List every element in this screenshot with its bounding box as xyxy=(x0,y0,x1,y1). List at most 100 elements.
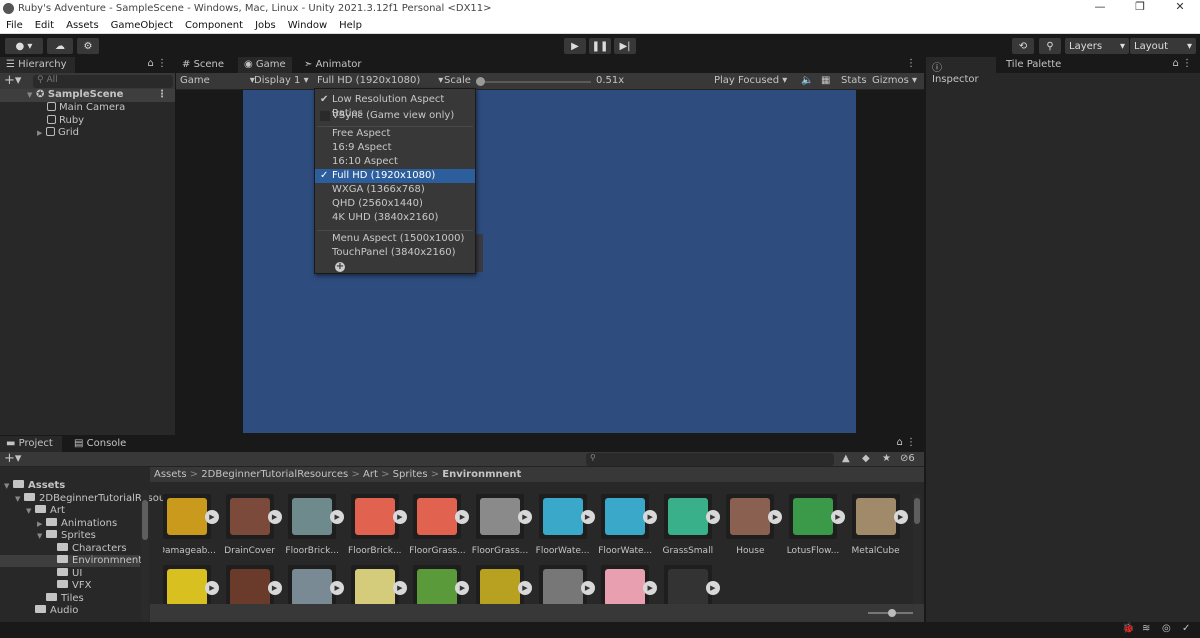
menu-component[interactable]: Component xyxy=(179,20,249,33)
layers-dropdown[interactable]: Layers ▾ xyxy=(1065,38,1129,54)
expand-sprites-icon[interactable]: ▶ xyxy=(643,510,658,524)
folder-tree-item[interactable]: ▼ Assets xyxy=(0,480,140,492)
tab-console[interactable]: ▤ Console xyxy=(68,436,132,452)
expand-sprites-icon[interactable]: ▶ xyxy=(330,510,345,524)
tab-project[interactable]: ▬ Project xyxy=(0,436,62,452)
resolution-dropdown[interactable]: Full HD (1920x1080) ▾ xyxy=(317,75,443,86)
hierarchy-item[interactable]: Ruby xyxy=(47,115,84,127)
stats-button[interactable]: Stats xyxy=(841,75,867,86)
expand-sprites-icon[interactable]: ▶ xyxy=(518,510,532,524)
expand-sprites-icon[interactable]: ▶ xyxy=(205,581,219,595)
close-button[interactable]: ✕ xyxy=(1160,0,1200,17)
menu-item-4k[interactable]: 4K UHD (3840x2160) xyxy=(315,211,475,225)
vsync-toggle[interactable]: VSync (Game view only) xyxy=(315,109,475,123)
menu-item-full-hd[interactable]: ✓ Full HD (1920x1080) xyxy=(315,169,475,183)
search-icon[interactable]: ⚲ xyxy=(1039,38,1061,54)
menu-assets[interactable]: Assets xyxy=(60,20,105,33)
minimize-button[interactable]: — xyxy=(1080,0,1120,17)
tab-game[interactable]: ◉ Game xyxy=(238,57,292,73)
expand-arrow-icon[interactable]: ▼ xyxy=(15,495,24,503)
gizmos-button[interactable]: Gizmos ▾ xyxy=(872,75,917,86)
menu-item-wxga[interactable]: WXGA (1366x768) xyxy=(315,183,475,197)
favorite-star-icon[interactable]: ★ xyxy=(882,453,891,464)
expand-sprites-icon[interactable]: ▶ xyxy=(580,581,595,595)
folder-tree-item[interactable]: ▼ 2DBeginnerTutorialResources xyxy=(0,492,186,505)
cache-server-icon[interactable]: ≋ xyxy=(1142,623,1150,634)
breadcrumb-item[interactable]: 2DBeginnerTutorialResources xyxy=(201,469,348,480)
folder-tree-item[interactable]: UI xyxy=(0,567,140,580)
layout-dropdown[interactable]: Layout ▾ xyxy=(1130,38,1196,54)
folder-tree-item[interactable]: Audio xyxy=(0,605,140,617)
filter-label-icon[interactable]: ◆ xyxy=(862,453,870,464)
thumbnail-size-slider[interactable] xyxy=(868,609,913,617)
expand-sprites-icon[interactable]: ▶ xyxy=(392,581,407,595)
history-icon[interactable]: ⟲ xyxy=(1012,38,1034,54)
create-button[interactable]: +▾ xyxy=(4,451,21,466)
hierarchy-item[interactable]: Main Camera xyxy=(47,102,125,114)
audio-mute-icon[interactable]: 🔈 xyxy=(801,75,813,86)
expand-sprites-icon[interactable]: ▶ xyxy=(705,510,720,524)
expand-arrow-icon[interactable]: ▼ xyxy=(37,532,46,540)
debug-bug-icon[interactable]: 🐞 xyxy=(1122,623,1134,634)
tab-animator[interactable]: ➣ Animator xyxy=(298,57,368,73)
add-button[interactable]: +▾ xyxy=(4,73,21,88)
tab-hierarchy[interactable]: ☰ Hierarchy xyxy=(0,57,75,73)
folder-tree-item[interactable]: Environmnent xyxy=(0,555,142,567)
add-resolution-button[interactable]: + xyxy=(335,262,345,272)
expand-sprites-icon[interactable]: ▶ xyxy=(205,510,219,524)
menu-item-qhd[interactable]: QHD (2560x1440) xyxy=(315,197,475,211)
menu-item-free-aspect[interactable]: Free Aspect xyxy=(315,127,475,141)
account-button[interactable]: ● ▾ xyxy=(5,38,43,54)
breadcrumb-item[interactable]: Art xyxy=(363,469,378,480)
progress-check-icon[interactable]: ✓ xyxy=(1182,623,1190,634)
menu-help[interactable]: Help xyxy=(333,20,368,33)
view-mode-dropdown[interactable]: Game ▾ xyxy=(180,75,255,86)
menu-item-touchpanel[interactable]: TouchPanel (3840x2160) xyxy=(315,246,475,260)
filter-type-icon[interactable]: ▲ xyxy=(842,453,850,464)
tab-tile-palette[interactable]: Tile Palette xyxy=(1000,57,1067,73)
tab-scene[interactable]: # Scene xyxy=(176,57,230,73)
expand-arrow-icon[interactable]: ▶ xyxy=(37,520,46,528)
play-focused-dropdown[interactable]: Play Focused ▾ xyxy=(714,75,787,86)
folder-tree-item[interactable]: ▶ Animations xyxy=(0,517,140,530)
folder-tree-item[interactable]: ▼ Sprites xyxy=(0,530,140,542)
folder-tree-item[interactable]: VFX xyxy=(0,580,140,592)
hierarchy-item[interactable]: ▶ Grid xyxy=(37,127,79,139)
scale-slider[interactable] xyxy=(476,77,591,86)
project-search-input[interactable]: ⚲ xyxy=(586,453,834,466)
maximize-button[interactable]: ❐ xyxy=(1120,0,1160,17)
breadcrumb-item[interactable]: Environmnent xyxy=(442,469,521,480)
expand-sprites-icon[interactable]: ▶ xyxy=(705,581,720,595)
expand-sprites-icon[interactable]: ▶ xyxy=(267,581,282,595)
menu-edit[interactable]: Edit xyxy=(29,20,60,33)
expand-sprites-icon[interactable]: ▶ xyxy=(831,510,845,524)
auto-generate-lighting-icon[interactable]: ◎ xyxy=(1162,623,1171,634)
menu-item-16-10[interactable]: 16:10 Aspect xyxy=(315,155,475,169)
menu-item-16-9[interactable]: 16:9 Aspect xyxy=(315,141,475,155)
cloud-icon[interactable]: ☁ xyxy=(47,38,73,54)
folder-tree-item[interactable]: Characters xyxy=(0,542,140,555)
breadcrumb-item[interactable]: Sprites xyxy=(393,469,428,480)
collab-icon[interactable]: ⚙ xyxy=(77,38,99,54)
expand-sprites-icon[interactable]: ▶ xyxy=(580,510,595,524)
expand-sprites-icon[interactable]: ▶ xyxy=(643,581,658,595)
expand-sprites-icon[interactable]: ▶ xyxy=(768,510,783,524)
shortcuts-icon[interactable]: ▦ xyxy=(821,75,830,86)
menu-gameobject[interactable]: GameObject xyxy=(105,20,179,33)
step-button[interactable]: ▶| xyxy=(614,38,636,54)
expand-sprites-icon[interactable]: ▶ xyxy=(518,581,532,595)
pause-button[interactable]: ❚❚ xyxy=(589,38,611,54)
tab-inspector[interactable]: ⓘ Inspector xyxy=(926,57,996,85)
expand-sprites-icon[interactable]: ▶ xyxy=(330,581,345,595)
expand-arrow-icon[interactable]: ▼ xyxy=(26,507,35,515)
expand-sprites-icon[interactable]: ▶ xyxy=(267,510,282,524)
menu-item-menu-aspect[interactable]: Menu Aspect (1500x1000) xyxy=(315,232,475,246)
scene-row[interactable]: ▼ ✪ SampleScene ⋮ xyxy=(0,89,175,102)
expand-sprites-icon[interactable]: ▶ xyxy=(392,510,407,524)
folder-tree-item[interactable]: Tiles xyxy=(0,592,140,605)
expand-sprites-icon[interactable]: ▶ xyxy=(455,581,470,595)
breadcrumb-item[interactable]: Assets xyxy=(154,469,187,480)
hidden-packages-icon[interactable]: ⊘6 xyxy=(900,453,915,464)
expand-arrow-icon[interactable]: ▼ xyxy=(4,482,13,490)
folder-tree-item[interactable]: ▼ Art xyxy=(0,505,140,517)
